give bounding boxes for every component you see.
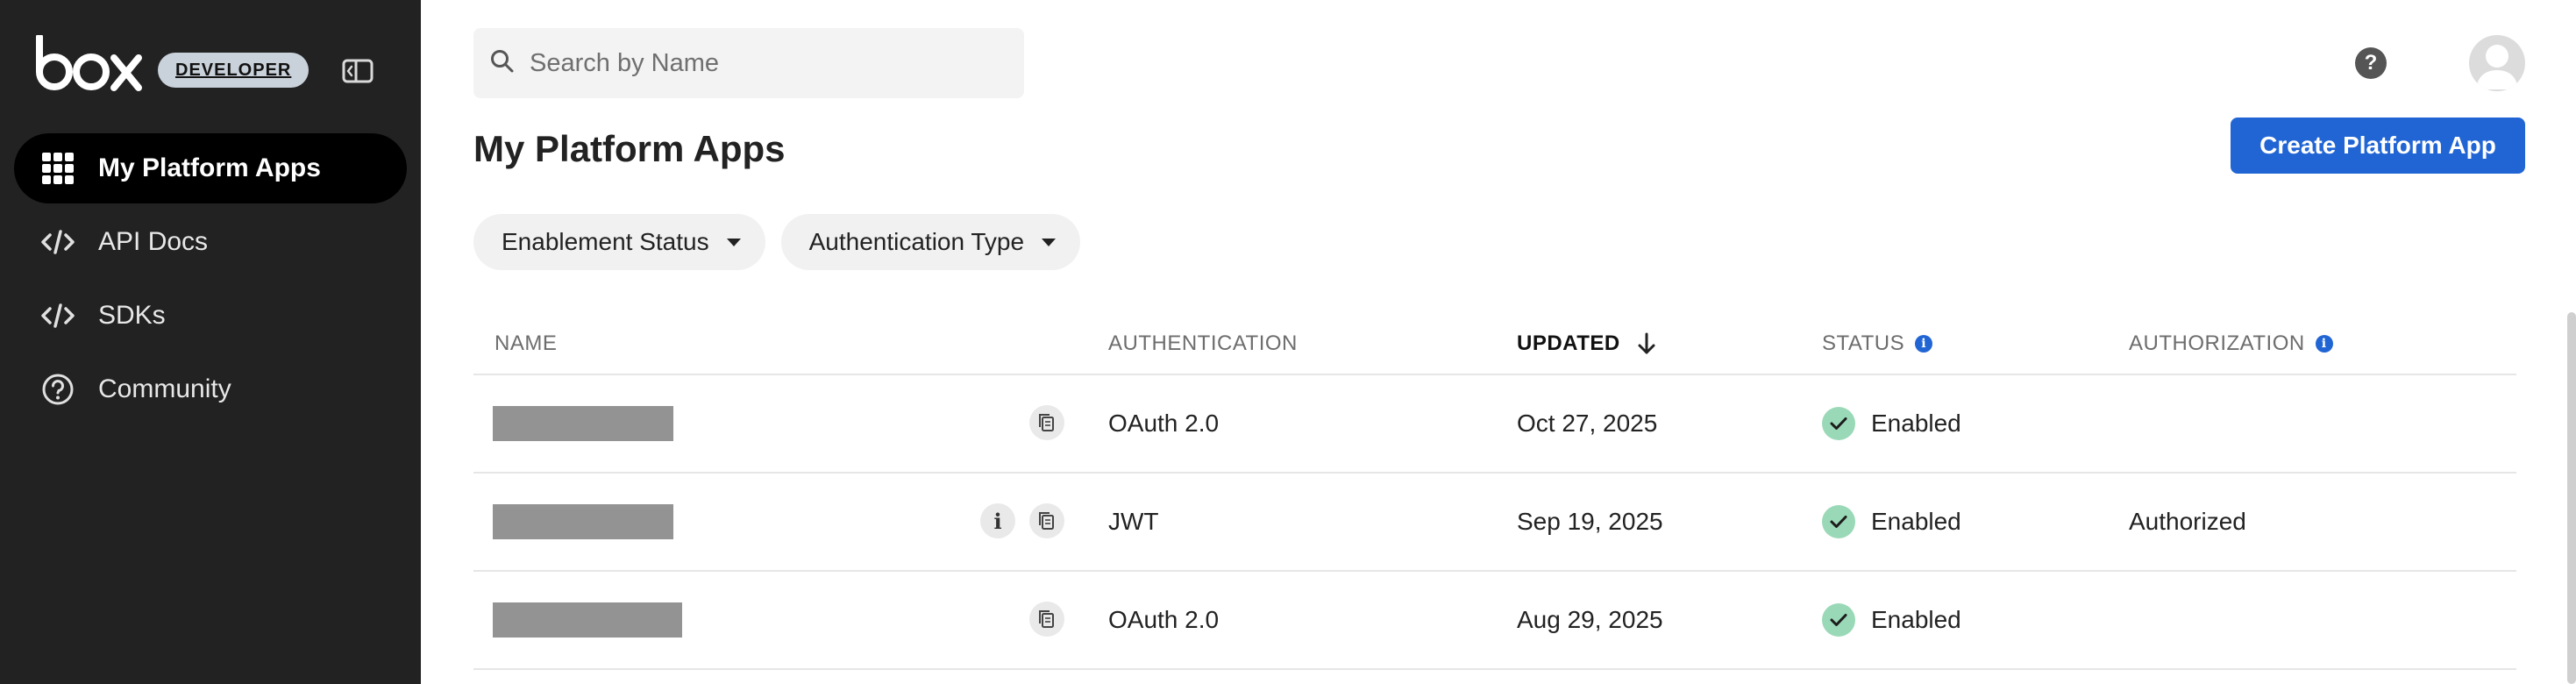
redacted-app-name <box>493 504 673 539</box>
status-cell: Enabled <box>1822 474 1961 570</box>
check-circle-icon <box>1822 505 1855 538</box>
sidebar-item-label: API Docs <box>98 227 209 256</box>
column-label: UPDATED <box>1517 331 1620 355</box>
authentication-cell: OAuth 2.0 <box>1108 410 1220 437</box>
filter-label: Enablement Status <box>502 228 709 255</box>
updated-cell: Aug 29, 2025 <box>1517 606 1663 633</box>
check-circle-icon <box>1822 603 1855 637</box>
authentication-type-filter[interactable]: Authentication Type <box>780 214 1081 270</box>
filter-bar: Enablement Status Authentication Type <box>473 214 1096 270</box>
sidebar-item-label: SDKs <box>98 301 166 330</box>
status-cell: Enabled <box>1822 572 1961 668</box>
authorization-cell: Authorized <box>2129 508 2246 535</box>
table-row[interactable]: OAuth 2.0 Aug 29, 2025 Enabled <box>473 572 2516 670</box>
status-label: Enabled <box>1871 410 1961 437</box>
sidebar-nav: My Platform Apps API Docs SDKs Community <box>14 133 407 428</box>
enablement-status-filter[interactable]: Enablement Status <box>473 214 765 270</box>
table-row[interactable]: i JWT Sep 19, 2025 Enabled Authorized <box>473 474 2516 572</box>
filter-label: Authentication Type <box>808 228 1025 255</box>
column-header-authorization[interactable]: AUTHORIZATION i <box>2129 331 2333 356</box>
status-label: Enabled <box>1871 508 1961 535</box>
column-label: STATUS <box>1822 331 1905 355</box>
code-icon <box>40 224 75 260</box>
column-header-name[interactable]: NAME <box>495 331 557 356</box>
search-icon <box>489 48 516 79</box>
question-icon[interactable]: ? <box>2355 47 2387 79</box>
redacted-app-name <box>493 406 673 441</box>
sidebar-item-label: My Platform Apps <box>98 153 321 182</box>
status-label: Enabled <box>1871 606 1961 633</box>
table-row[interactable]: OAuth 2.0 Oct 27, 2025 Enabled <box>473 375 2516 474</box>
help-circle-icon <box>40 372 75 407</box>
sidebar-item-sdks[interactable]: SDKs <box>14 281 407 351</box>
info-icon[interactable]: i <box>980 503 1015 538</box>
column-label: AUTHORIZATION <box>2129 331 2305 355</box>
column-label: NAME <box>495 331 558 355</box>
updated-cell: Oct 27, 2025 <box>1517 410 1658 437</box>
grid-icon <box>40 151 75 186</box>
copy-icon[interactable] <box>1029 405 1064 440</box>
collapse-sidebar-icon[interactable] <box>340 58 375 84</box>
app-name-cell[interactable] <box>493 375 673 472</box>
check-circle-icon <box>1822 407 1855 440</box>
apps-table: NAME AUTHENTICATION UPDATED STATUS i AUT… <box>473 312 2516 670</box>
create-platform-app-button[interactable]: Create Platform App <box>2231 118 2525 174</box>
column-header-status[interactable]: STATUS i <box>1822 331 1933 356</box>
column-header-authentication[interactable]: AUTHENTICATION <box>1108 331 1298 356</box>
caret-down-icon <box>726 238 741 246</box>
info-icon[interactable]: i <box>1915 335 1933 353</box>
user-avatar[interactable] <box>2469 35 2525 91</box>
caret-down-icon <box>1042 238 1057 246</box>
redacted-app-name <box>493 602 682 638</box>
sidebar-item-community[interactable]: Community <box>14 354 407 424</box>
sidebar-item-api-docs[interactable]: API Docs <box>14 207 407 277</box>
page-title: My Platform Apps <box>473 128 786 169</box>
updated-cell: Sep 19, 2025 <box>1517 508 1663 535</box>
sidebar: DEVELOPER My Platform Apps API Docs SDKs… <box>0 0 421 684</box>
sidebar-item-my-platform-apps[interactable]: My Platform Apps <box>14 133 407 203</box>
user-icon <box>2476 45 2518 89</box>
search-box[interactable] <box>473 28 1024 98</box>
app-name-cell[interactable] <box>493 572 682 668</box>
page-scrollbar[interactable] <box>2567 312 2576 684</box>
info-icon[interactable]: i <box>2315 335 2333 353</box>
sidebar-item-label: Community <box>98 374 231 403</box>
developer-badge[interactable]: DEVELOPER <box>158 53 310 88</box>
authentication-cell: JWT <box>1108 508 1159 535</box>
copy-icon[interactable] <box>1029 503 1064 538</box>
column-header-updated[interactable]: UPDATED <box>1517 331 1657 356</box>
arrow-down-icon <box>1638 332 1655 354</box>
search-input[interactable] <box>530 48 1003 78</box>
authentication-cell: OAuth 2.0 <box>1108 606 1220 633</box>
table-header: NAME AUTHENTICATION UPDATED STATUS i AUT… <box>473 312 2516 375</box>
box-logo[interactable] <box>35 35 142 93</box>
status-cell: Enabled <box>1822 375 1961 472</box>
copy-icon[interactable] <box>1029 602 1064 637</box>
app-name-cell[interactable] <box>493 474 673 570</box>
box-logo-mark <box>36 35 142 91</box>
code-icon <box>40 298 75 333</box>
column-label: AUTHENTICATION <box>1108 331 1298 355</box>
